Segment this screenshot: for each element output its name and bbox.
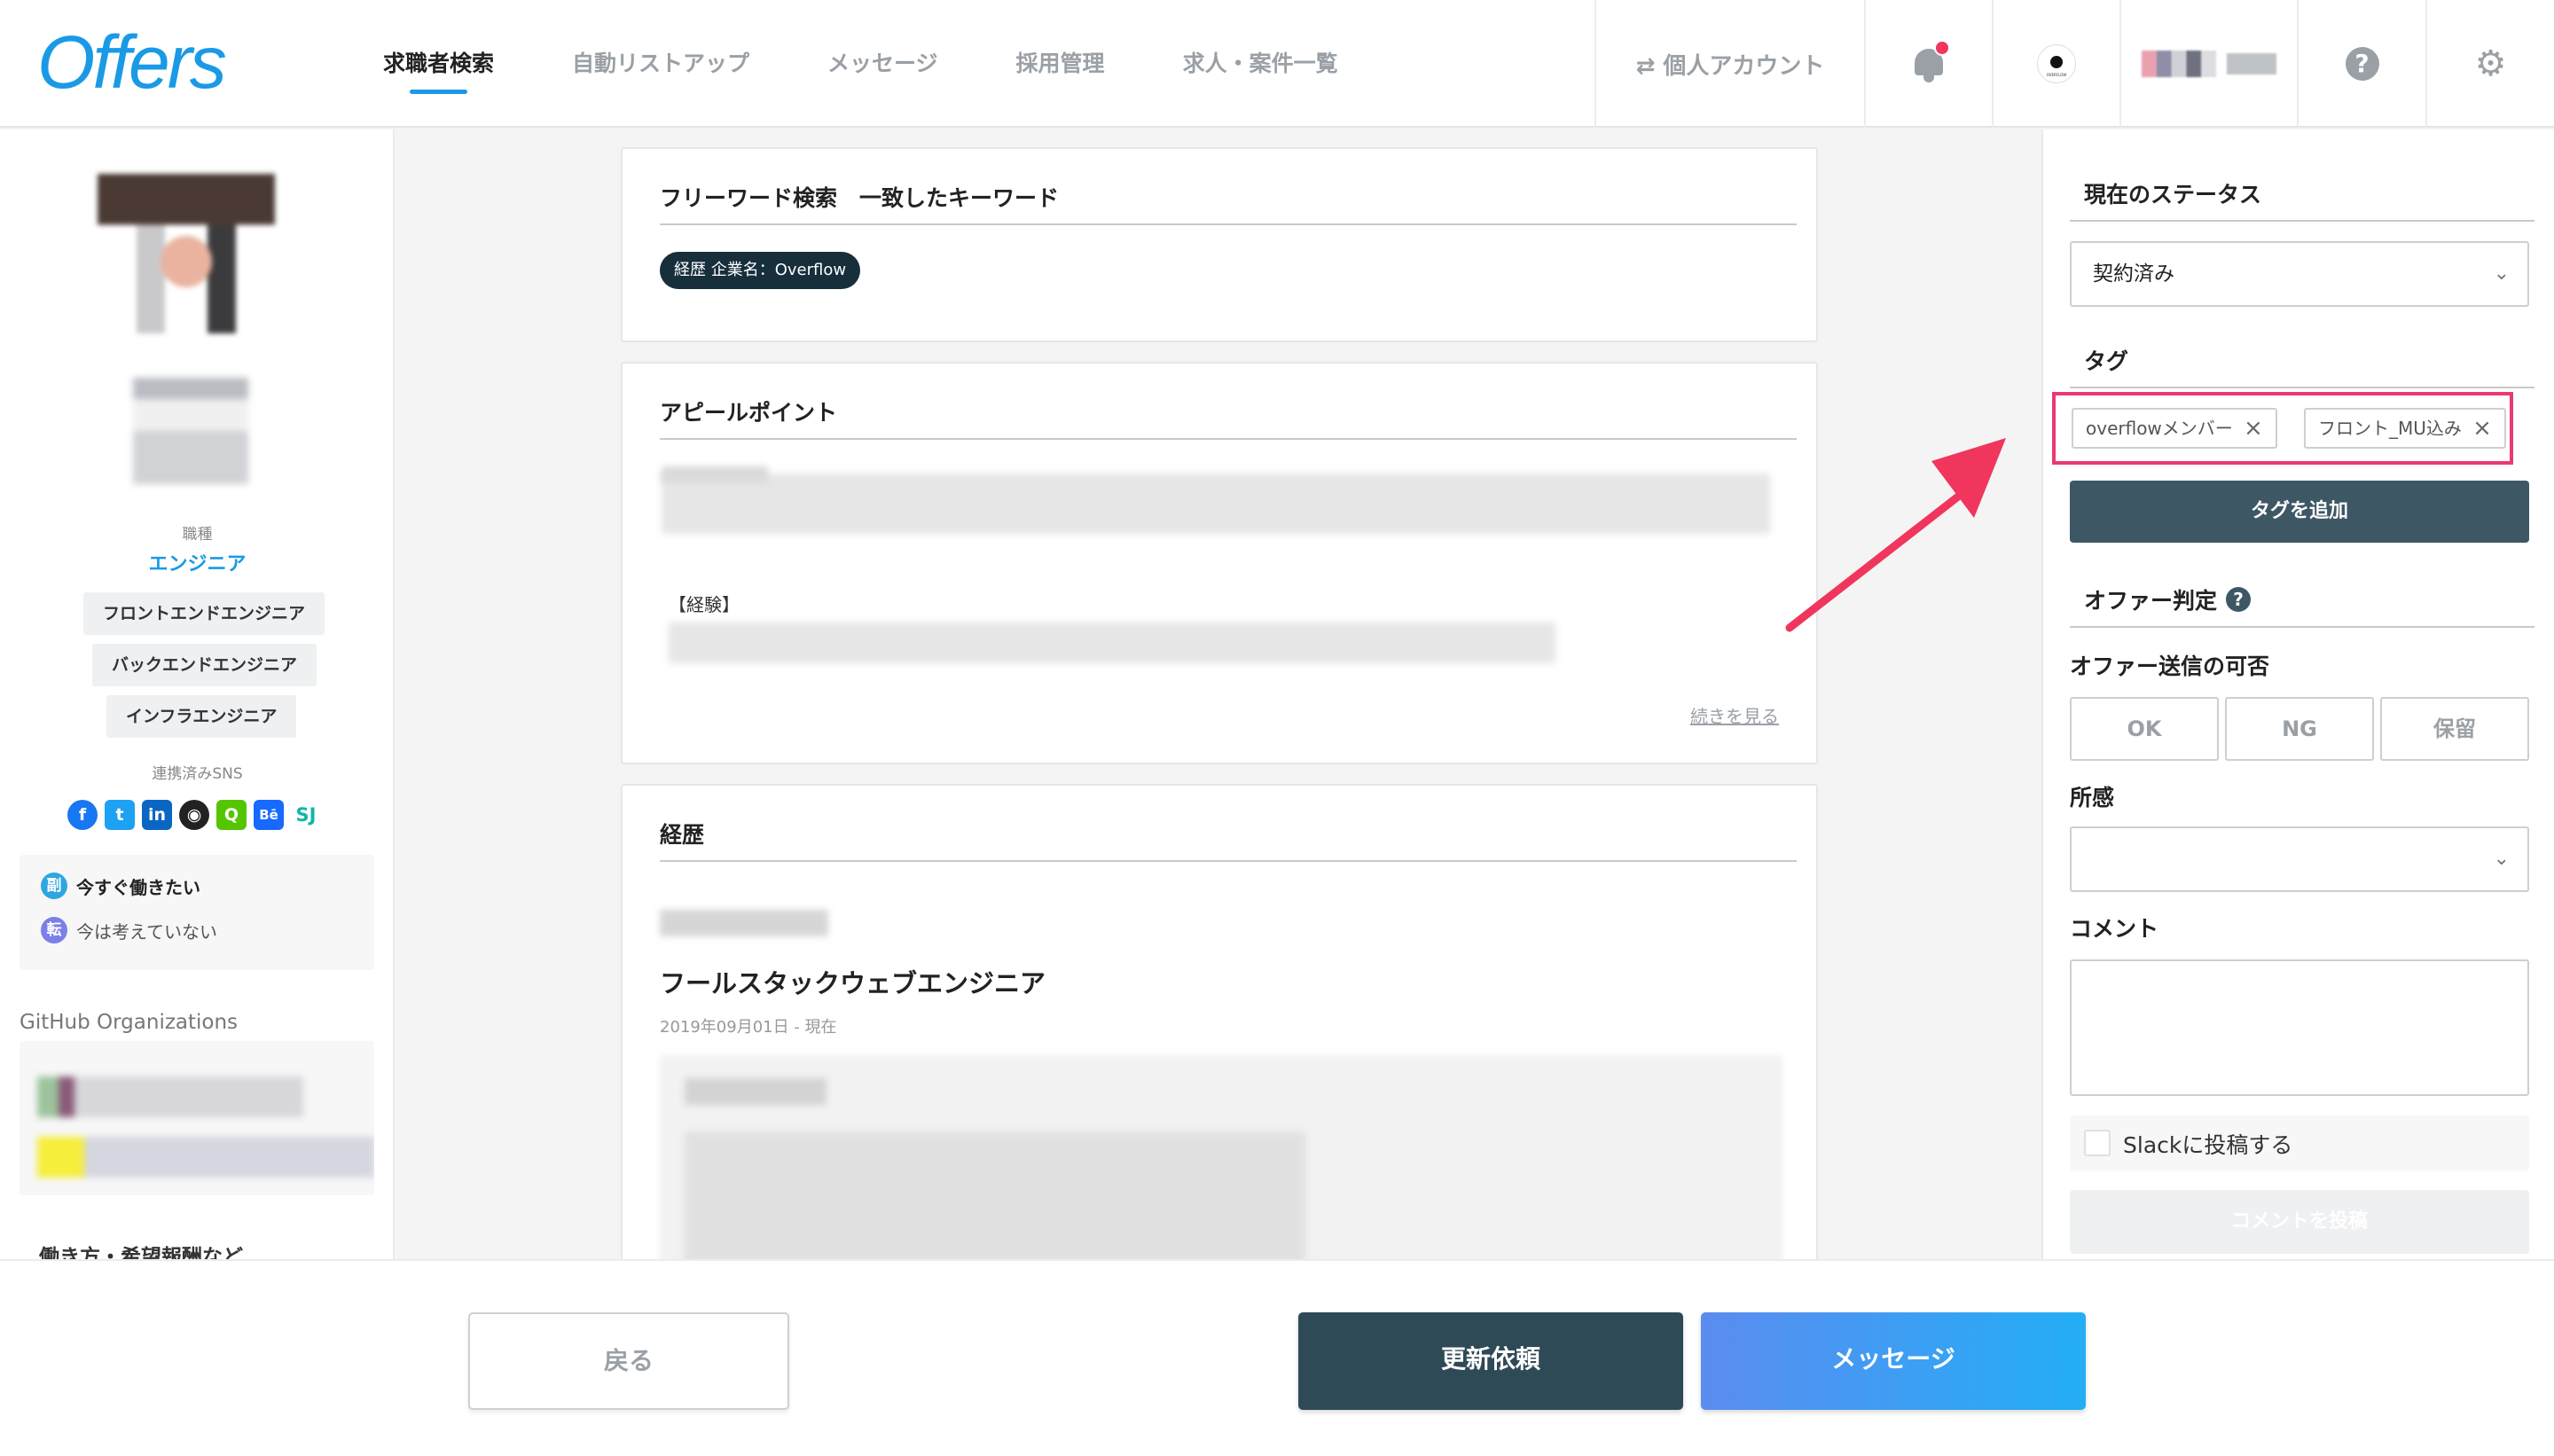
offer-ok-button[interactable]: OK [2070, 697, 2219, 761]
impression-label: 所感 [2070, 785, 2115, 810]
skill-chip: インフラエンジニア [106, 695, 297, 738]
help-button[interactable]: ? [2297, 0, 2425, 128]
top-header: Offers 求職者検索 自動リストアップ メッセージ 採用管理 求人・案件一覧… [0, 0, 2554, 128]
comment-label: コメント [2070, 916, 2159, 942]
keyword-card-title: フリーワード検索 一致したキーワード [660, 185, 1060, 211]
appeal-card-title: アピールポイント [660, 400, 838, 426]
current-status-title: 現在のステータス [2084, 182, 2262, 207]
offer-send-label: オファー送信の可否 [2070, 654, 2270, 679]
experience-label: 【経験】 [669, 594, 740, 615]
personal-account-switch[interactable]: ⇄ 個人アカウント [1594, 0, 1864, 128]
help-icon: ? [2345, 47, 2379, 81]
candidate-profile-sidebar: 職種 エンジニア フロントエンドエンジニア バックエンドエンジニア インフラエン… [0, 129, 395, 1259]
github-icon[interactable]: ◉ [179, 800, 209, 830]
job-type-label: 職種 [182, 526, 213, 544]
facebook-icon[interactable]: f [67, 800, 98, 830]
user-name-pixelated [2227, 53, 2276, 74]
nav-messages[interactable]: メッセージ [799, 0, 967, 128]
settings-button[interactable]: ⚙ [2425, 0, 2554, 128]
slack-post-option[interactable]: Slackに投稿する [2070, 1115, 2529, 1170]
offer-judgement-label: オファー判定 [2084, 588, 2218, 614]
keyword-match-card: フリーワード検索 一致したキーワード 経歴 企業名：Overflow [621, 147, 1818, 342]
tags-highlight-frame: overflowメンバー × フロント_MU込み × [2052, 392, 2513, 465]
skill-chip: バックエンドエンジニア [92, 644, 317, 686]
candidate-management-panel: 現在のステータス 契約済み ⌄ タグ overflowメンバー × フロント_M… [2041, 129, 2554, 1259]
status-select-value: 契約済み [2093, 262, 2174, 286]
career-job-title: フールスタックウェブエンジニア [660, 968, 1046, 998]
update-request-button[interactable]: 更新依頼 [1298, 1312, 1683, 1410]
skill-chip: フロントエンドエンジニア [83, 592, 325, 635]
bell-icon [1911, 40, 1950, 82]
chevron-down-icon: ⌄ [2493, 262, 2510, 285]
twitter-icon[interactable]: t [105, 800, 135, 830]
notification-dot [1934, 40, 1950, 56]
side-job-badge: 副 [41, 873, 67, 899]
slack-label: Slackに投稿する [2123, 1132, 2293, 1158]
gear-icon: ⚙ [2474, 43, 2507, 84]
message-button[interactable]: メッセージ [1701, 1312, 2086, 1410]
add-tag-button[interactable]: タグを追加 [2070, 481, 2529, 543]
sj-icon[interactable]: SJ [291, 800, 321, 830]
company-logo: OVERFLOW [2037, 44, 2076, 83]
company-name-pixelated [660, 910, 828, 936]
linked-sns-icons: f t in ◉ Q Bē SJ [67, 800, 321, 830]
status-job-change: 転 今は考えていない [41, 917, 217, 943]
main-nav: 求職者検索 自動リストアップ メッセージ 採用管理 求人・案件一覧 [355, 0, 1388, 128]
close-icon[interactable]: × [2472, 410, 2492, 447]
tags-title: タグ [2084, 348, 2129, 374]
qiita-icon[interactable]: Q [216, 800, 247, 830]
company-switch[interactable]: OVERFLOW [1992, 0, 2119, 128]
job-change-badge: 転 [41, 917, 67, 943]
github-orgs-title: GitHub Organizations [20, 1011, 239, 1034]
close-icon[interactable]: × [2244, 410, 2263, 447]
nav-candidate-search[interactable]: 求職者検索 [355, 0, 522, 128]
question-icon[interactable]: ? [2226, 587, 2252, 612]
appeal-text-pixelated [662, 474, 1770, 534]
tag-label: overflowメンバー [2086, 418, 2233, 439]
nav-job-list[interactable]: 求人・案件一覧 [1155, 0, 1367, 128]
chevron-down-icon: ⌄ [2493, 848, 2510, 870]
behance-icon[interactable]: Bē [254, 800, 284, 830]
github-orgs-list-pixelated [20, 1041, 374, 1195]
action-footer: 戻る 更新依頼 メッセージ [0, 1259, 2554, 1456]
experience-text-pixelated [669, 622, 1555, 663]
offers-logo[interactable]: Offers [37, 20, 227, 106]
status-text: 今すぐ働きたい [76, 876, 200, 898]
post-comment-button[interactable]: コメントを投稿 [2070, 1190, 2529, 1254]
status-text: 今は考えていない [76, 920, 217, 943]
work-style-title: 働き方・希望報酬など [39, 1246, 243, 1259]
career-card-title: 経歴 [660, 822, 705, 848]
status-select[interactable]: 契約済み ⌄ [2070, 241, 2529, 307]
work-status-box: 副 今すぐ働きたい 転 今は考えていない [20, 855, 374, 970]
tag-chip: overflowメンバー × [2072, 408, 2277, 449]
nav-auto-listup[interactable]: 自動リストアップ [544, 0, 778, 128]
read-more-link[interactable]: 続きを見る [1690, 702, 1779, 728]
user-menu[interactable] [2119, 0, 2297, 128]
tag-label: フロント_MU込み [2318, 418, 2462, 439]
comment-textarea[interactable] [2070, 959, 2529, 1096]
linked-sns-label: 連携済みSNS [152, 765, 243, 783]
nav-recruit-management[interactable]: 採用管理 [988, 0, 1133, 128]
linkedin-icon[interactable]: in [142, 800, 172, 830]
slack-checkbox[interactable] [2084, 1130, 2111, 1156]
offer-judgement-title: オファー判定 ? [2084, 583, 2252, 615]
career-period: 2019年09月01日 - 現在 [660, 1018, 837, 1037]
tag-chip: フロント_MU込み × [2304, 408, 2506, 449]
candidate-avatar-pixelated [98, 174, 275, 333]
user-avatar-pixelated [2142, 51, 2216, 77]
candidate-name-pixelated [133, 351, 248, 484]
back-button[interactable]: 戻る [468, 1312, 789, 1410]
impression-select[interactable]: ⌄ [2070, 826, 2529, 892]
career-card: 経歴 フールスタックウェブエンジニア 2019年09月01日 - 現在 [621, 784, 1818, 1280]
status-side-job: 副 今すぐ働きたい [41, 873, 200, 899]
offer-ng-button[interactable]: NG [2225, 697, 2374, 761]
offer-hold-button[interactable]: 保留 [2380, 697, 2529, 761]
appeal-point-card: アピールポイント 【経験】 続きを見る [621, 362, 1818, 764]
matched-keyword-chip: 経歴 企業名：Overflow [660, 252, 861, 289]
notifications-button[interactable] [1864, 0, 1992, 128]
job-type-value: エンジニア [148, 553, 247, 575]
